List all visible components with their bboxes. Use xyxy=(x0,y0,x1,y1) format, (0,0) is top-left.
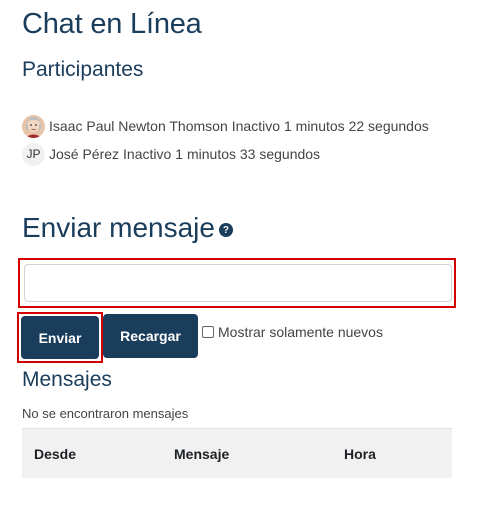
question-circle-icon[interactable]: ? xyxy=(218,223,233,237)
participant-status: Inactivo xyxy=(231,118,280,134)
messages-table-header: Desde Mensaje Hora xyxy=(22,428,452,478)
only-new-label: Mostrar solamente nuevos xyxy=(218,324,383,340)
participant-status: Inactivo xyxy=(123,146,172,162)
message-input-highlight xyxy=(18,258,456,308)
column-header-message[interactable]: Mensaje xyxy=(174,446,229,462)
participant-idle-time: 1 minutos 33 segundos xyxy=(175,146,321,162)
participants-heading: Participantes xyxy=(22,58,144,81)
participant-idle-time: 1 minutos 22 segundos xyxy=(283,118,429,134)
only-new-checkbox[interactable] xyxy=(202,326,214,338)
column-header-from[interactable]: Desde xyxy=(34,446,76,462)
participant-name[interactable]: José Pérez xyxy=(49,146,119,162)
participant-name[interactable]: Isaac Paul Newton Thomson xyxy=(49,118,228,134)
participants-list: Isaac Paul Newton Thomson Inactivo 1 min… xyxy=(22,112,433,168)
user-avatar-initials[interactable]: JP xyxy=(22,142,45,166)
participant-item: JP José Pérez Inactivo 1 minutos 33 segu… xyxy=(22,140,433,168)
send-button-highlight: Enviar xyxy=(17,312,103,363)
participant-item: Isaac Paul Newton Thomson Inactivo 1 min… xyxy=(22,112,433,140)
only-new-option[interactable]: Mostrar solamente nuevos xyxy=(202,324,383,340)
page-title: Chat en Línea xyxy=(22,8,202,40)
empty-messages-text: No se encontraron mensajes xyxy=(22,406,189,421)
message-input[interactable] xyxy=(24,264,452,302)
column-header-time[interactable]: Hora xyxy=(344,446,376,462)
send-message-heading-text: Enviar mensaje xyxy=(22,212,215,243)
user-avatar-photo[interactable] xyxy=(22,114,45,138)
messages-heading: Mensajes xyxy=(22,368,112,391)
reload-button[interactable]: Recargar xyxy=(103,314,198,358)
send-button[interactable]: Enviar xyxy=(21,316,99,359)
send-message-heading: Enviar mensaje ? xyxy=(22,212,233,244)
